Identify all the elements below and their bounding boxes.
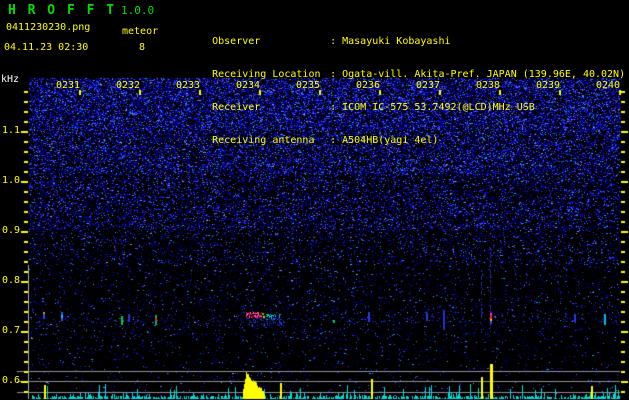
time-tick-label: 0237	[415, 80, 441, 91]
info-row-antenna: Receiving antenna: A504HB(yagi 4el)	[176, 126, 625, 146]
meteor-count: 8	[139, 42, 146, 53]
info-label: Observer	[212, 36, 261, 47]
time-tick-label: 0238	[475, 80, 501, 91]
app-version: 1.0.0	[121, 4, 155, 17]
info-value: Masayuki Kobayashi	[342, 36, 451, 47]
time-tick-label: 0231	[55, 80, 81, 91]
hrofft-screenshot: H R O F F T 1.0.0 0411230230.png meteor …	[0, 0, 629, 400]
time-tick-label: 0233	[175, 80, 201, 91]
info-label: Receiving Location	[212, 69, 321, 80]
info-row-observer: Observer: Masayuki Kobayashi	[176, 27, 625, 47]
info-colon: :	[330, 102, 337, 113]
observation-datetime: 04.11.23 02:30	[4, 42, 89, 53]
info-label: Receiver	[212, 102, 261, 113]
mode-label: meteor	[122, 26, 159, 37]
time-tick-label: 0236	[355, 80, 381, 91]
info-colon: :	[330, 69, 337, 80]
time-tick-label: 0234	[235, 80, 261, 91]
y-axis-unit-label: kHz	[1, 74, 20, 85]
freq-tick-label: 1.1	[1, 125, 20, 136]
info-row-location: Receiving Location: Ogata-vill. Akita-Pre…	[176, 60, 625, 80]
info-value: Ogata-vill. Akita-Pref. JAPAN (139.96E, …	[342, 69, 626, 80]
time-tick-label: 0240	[595, 80, 621, 91]
freq-tick-label: 1.0	[1, 175, 20, 186]
time-tick-label: 0232	[115, 80, 141, 91]
output-filename: 0411230230.png	[6, 22, 91, 33]
app-title: H R O F F T	[8, 3, 117, 18]
time-tick-label: 0239	[535, 80, 561, 91]
info-value: A504HB(yagi 4el)	[342, 135, 439, 146]
info-colon: :	[330, 135, 337, 146]
freq-tick-label: 0.8	[1, 275, 20, 286]
info-label: Receiving antenna	[212, 135, 315, 146]
time-tick-label: 0235	[295, 80, 321, 91]
info-value: ICOM IC-575 53.7492(@LCD)MHz USB	[342, 102, 535, 113]
freq-tick-label: 0.9	[1, 225, 20, 236]
info-colon: :	[330, 36, 337, 47]
info-row-receiver: Receiver: ICOM IC-575 53.7492(@LCD)MHz US…	[176, 93, 625, 113]
freq-tick-label: 0.6	[1, 375, 20, 386]
freq-tick-label: 0.7	[1, 325, 20, 336]
